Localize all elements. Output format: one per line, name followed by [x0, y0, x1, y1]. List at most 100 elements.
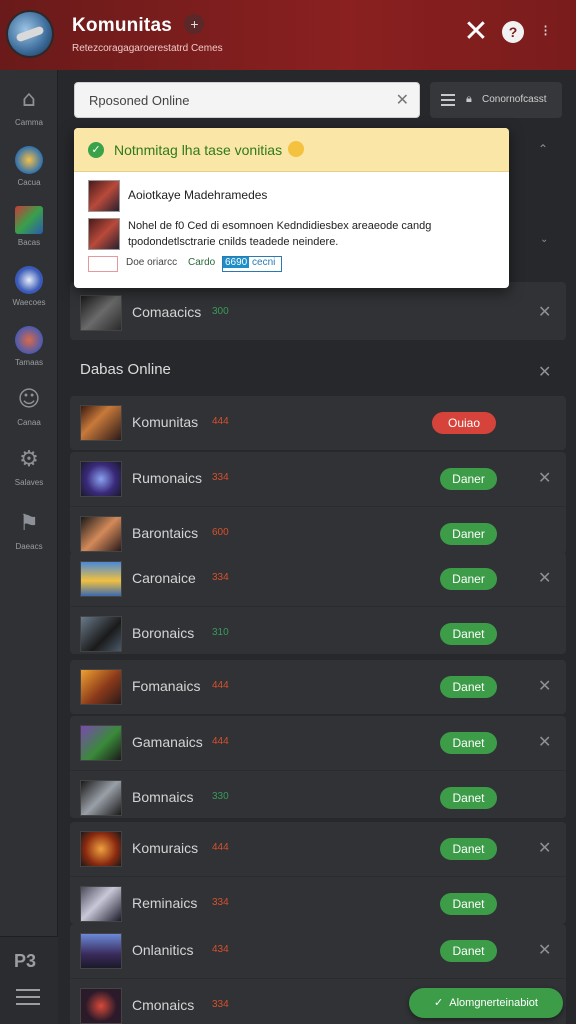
clear-search-icon[interactable]: ✕: [396, 90, 409, 110]
popup-link[interactable]: Cardo: [188, 257, 215, 268]
list-item[interactable]: Reminaics 334 Danet: [70, 876, 566, 924]
item-name: Onlanitics: [132, 942, 194, 958]
accept-button[interactable]: Danet: [440, 893, 497, 915]
game-thumbnail: [80, 725, 122, 761]
add-icon[interactable]: +: [184, 14, 205, 34]
list-group-card: Caronaice 334 Daner ✕ Boronaics 310 Danet: [70, 552, 566, 654]
game-thumbnail: [80, 933, 122, 969]
game-thumbnail: [80, 831, 122, 867]
item-name: Bomnaics: [132, 789, 194, 805]
platform-logo-icon[interactable]: P3: [14, 951, 36, 972]
item-name: Barontaics: [132, 525, 199, 541]
item-name: Comaacics: [132, 304, 202, 320]
list-item[interactable]: Comaacics 300 ✕: [70, 286, 566, 340]
list-item[interactable]: Komunitas 444 Ouiao: [70, 396, 566, 450]
app-logo[interactable]: [8, 12, 52, 56]
close-section-icon[interactable]: ✕: [538, 362, 551, 381]
accept-button[interactable]: Danet: [440, 623, 497, 645]
item-count: 334: [212, 999, 229, 1010]
item-name: Cmonaics: [132, 997, 195, 1013]
item-count: 600: [212, 527, 229, 538]
decline-button[interactable]: Ouiao: [432, 412, 496, 434]
game-thumbnail: [80, 669, 122, 705]
sidebar-footer: P3: [0, 936, 58, 1024]
remove-icon[interactable]: ✕: [538, 838, 551, 857]
sidebar-item-bacas[interactable]: Bacas: [0, 206, 58, 247]
more-options-icon[interactable]: ⁝: [543, 22, 548, 42]
sidebar-item-camma[interactable]: ⌂ Camma: [0, 86, 58, 127]
list-group-card: Rumonaics 334 Daner ✕ Barontaics 600 Daner: [70, 452, 566, 554]
sidebar-item-label: Camma: [14, 118, 43, 127]
list-item[interactable]: Komuraics 444 Danet ✕: [70, 822, 566, 876]
check-icon: ✓: [434, 996, 444, 1009]
list-group-card: Komunitas 444 Ouiao: [70, 396, 566, 450]
sidebar-item-salaves[interactable]: ⚙ Salaves: [0, 446, 58, 487]
game-thumbnail: [88, 180, 120, 212]
remove-icon[interactable]: ✕: [538, 302, 551, 321]
sidebar-item-canaa[interactable]: ☺ Canaa: [0, 386, 58, 427]
sidebar-item-daeacs[interactable]: ⚑ Daeacs: [0, 510, 58, 551]
accept-button[interactable]: Daner: [440, 468, 497, 490]
game-thumbnail: [80, 405, 122, 441]
list-item[interactable]: Caronaice 334 Daner ✕: [70, 552, 566, 606]
item-name: Fomanaics: [132, 678, 201, 694]
collapse-icon[interactable]: ⌃: [538, 142, 548, 156]
sidebar-item-waecoes[interactable]: Waecoes: [0, 266, 58, 307]
accept-button[interactable]: Daner: [440, 568, 497, 590]
remove-icon[interactable]: ✕: [538, 568, 551, 587]
settings-icon: ⚙: [19, 447, 39, 472]
accept-button[interactable]: Daner: [440, 523, 497, 545]
list-item[interactable]: Fomanaics 444 Danet ✕: [70, 660, 566, 714]
left-sidebar: ⌂ Camma Cacua Bacas Waecoes Tamaas ☺ Can…: [0, 70, 58, 1024]
list-card: Comaacics 300 ✕: [70, 282, 566, 340]
list-item[interactable]: Barontaics 600 Daner: [70, 506, 566, 554]
sidebar-item-cacua[interactable]: Cacua: [0, 146, 58, 187]
list-item[interactable]: Rumonaics 334 Daner ✕: [70, 452, 566, 506]
list-item[interactable]: Onlanitics 434 Danet ✕: [70, 924, 566, 978]
remove-icon[interactable]: ✕: [538, 468, 551, 487]
accept-button[interactable]: Danet: [440, 940, 497, 962]
list-item[interactable]: Boronaics 310 Danet: [70, 606, 566, 654]
remove-icon[interactable]: ✕: [538, 940, 551, 959]
accept-button[interactable]: Danet: [440, 787, 497, 809]
help-icon[interactable]: ?: [502, 21, 524, 43]
remove-icon[interactable]: ✕: [538, 676, 551, 695]
sidebar-item-label: Daeacs: [15, 542, 43, 551]
popup-link[interactable]: Doe oriarcc: [126, 257, 177, 268]
chat-icon: ☺: [17, 387, 41, 412]
game-thumbnail: [80, 988, 122, 1024]
accept-button[interactable]: Danet: [440, 732, 497, 754]
dismiss-checkbox[interactable]: [88, 256, 118, 272]
item-name: Komuraics: [132, 840, 199, 856]
popup-item[interactable]: Nohel de f0 Ced di esomnoen Kedndidiesbe…: [88, 218, 499, 250]
sidebar-item-label: Tamaas: [14, 358, 43, 367]
list-item[interactable]: Gamanaics 444 Danet ✕: [70, 716, 566, 770]
item-count: 334: [212, 472, 229, 483]
sidebar-item-label: Bacas: [17, 238, 41, 247]
list-item[interactable]: Bomnaics 330 Danet: [70, 770, 566, 818]
filter-label: Conornofcasst: [482, 94, 547, 105]
item-name: Rumonaics: [132, 470, 203, 486]
toast-notification[interactable]: ✓ Alomgnerteinabiot: [409, 988, 563, 1018]
game-thumbnail: [80, 461, 122, 497]
filter-button[interactable]: 🔒︎ Conornofcasst: [430, 82, 562, 118]
accept-button[interactable]: Danet: [440, 838, 497, 860]
popup-banner: ✓ Notnmitag lha tase vonitias: [74, 128, 509, 172]
sidebar-item-label: Cacua: [17, 178, 41, 187]
search-value: Rposoned Online: [89, 93, 190, 108]
search-input[interactable]: Rposoned Online ✕: [74, 82, 420, 118]
item-name: Boronaics: [132, 625, 195, 641]
close-icon[interactable]: ✕: [462, 17, 490, 47]
accept-button[interactable]: Danet: [440, 676, 497, 698]
popup-item-title: Aoiotkaye Madehramedes: [128, 188, 268, 202]
menu-icon[interactable]: [16, 989, 40, 1010]
popup-item[interactable]: Aoiotkaye Madehramedes: [88, 180, 499, 212]
expand-icon[interactable]: ⌄: [540, 234, 548, 245]
team-icon: [15, 326, 43, 354]
remove-icon[interactable]: ✕: [538, 732, 551, 751]
popup-select[interactable]: 6690 cecni: [222, 256, 282, 272]
item-name: Gamanaics: [132, 734, 203, 750]
list-group-card: Fomanaics 444 Danet ✕: [70, 660, 566, 714]
sidebar-item-tamaas[interactable]: Tamaas: [0, 326, 58, 367]
page-title: Komunitas: [72, 15, 172, 36]
